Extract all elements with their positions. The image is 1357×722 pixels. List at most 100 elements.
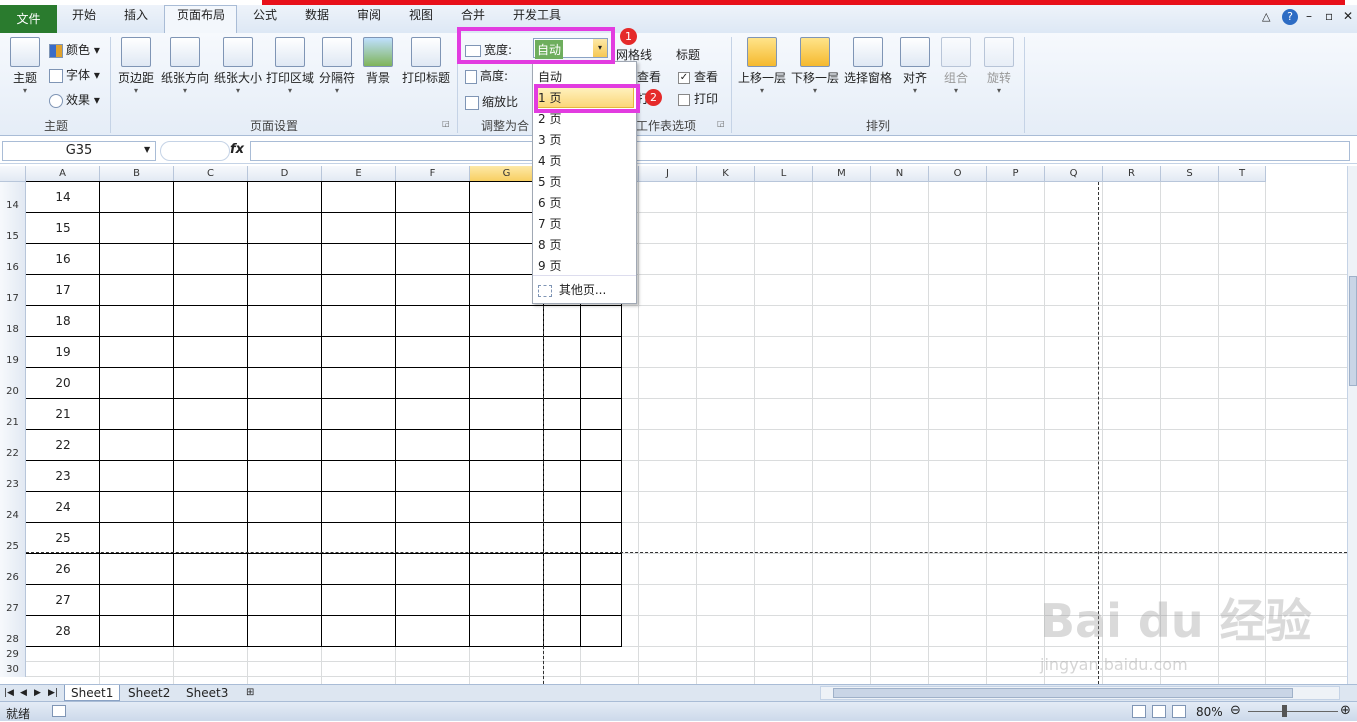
cell-a18[interactable]: 18 [26, 306, 100, 337]
column-header-o[interactable]: O [929, 166, 987, 182]
vertical-scroll-thumb[interactable] [1349, 276, 1357, 386]
dropdown-item-4[interactable]: 4 页 [538, 152, 561, 169]
page-break-view-icon[interactable] [1172, 705, 1186, 718]
help-icon[interactable]: ? [1282, 9, 1298, 25]
row-header-24[interactable]: 24 [0, 492, 26, 523]
print-area-button[interactable]: 打印区域 ▾ [264, 37, 316, 95]
column-header-a[interactable]: A [26, 166, 100, 182]
tab-merge[interactable]: 合并 [461, 6, 485, 23]
cell-a14[interactable]: 14 [26, 182, 100, 213]
insert-sheet-icon[interactable]: ⊞ [240, 685, 260, 701]
dropdown-item-8[interactable]: 8 页 [538, 236, 561, 253]
align-button[interactable]: 对齐 ▾ [899, 37, 931, 95]
theme-colors-button[interactable]: 颜色 ▾ [49, 41, 100, 58]
column-header-q[interactable]: Q [1045, 166, 1103, 182]
column-header-k[interactable]: K [697, 166, 755, 182]
row-header-23[interactable]: 23 [0, 461, 26, 492]
print-titles-button[interactable]: 打印标题 [400, 37, 452, 86]
zoom-slider[interactable] [1248, 711, 1338, 712]
column-header-e[interactable]: E [322, 166, 396, 182]
column-header-n[interactable]: N [871, 166, 929, 182]
sheet-tab-1[interactable]: Sheet1 [64, 685, 121, 701]
name-box-dropdown-icon[interactable]: ▼ [144, 145, 150, 154]
dropdown-item-3[interactable]: 3 页 [538, 131, 561, 148]
breaks-button[interactable]: 分隔符 ▾ [317, 37, 357, 95]
vertical-scrollbar[interactable] [1347, 166, 1357, 684]
prev-sheet-icon[interactable]: ◀ [18, 685, 29, 701]
row-header-27[interactable]: 27 [0, 585, 26, 616]
insert-function-icon[interactable]: fx [230, 142, 244, 157]
next-sheet-icon[interactable]: ▶ [32, 685, 43, 701]
zoom-in-icon[interactable]: ⊕ [1340, 703, 1351, 718]
row-header-28[interactable]: 28 [0, 616, 26, 647]
sheet-tab-3[interactable]: Sheet3 [180, 685, 234, 701]
row-header-17[interactable]: 17 [0, 275, 26, 306]
window-minimize-icon[interactable]: – [1306, 9, 1312, 23]
theme-fonts-button[interactable]: 字体 ▾ [49, 66, 100, 83]
sheet-tab-2[interactable]: Sheet2 [122, 685, 176, 701]
zoom-level[interactable]: 80% [1196, 705, 1223, 719]
tab-page-layout[interactable]: 页面布局 [177, 6, 225, 23]
page-setup-launcher-icon[interactable]: ◲ [442, 119, 450, 128]
cell-a25[interactable]: 25 [26, 523, 100, 554]
page-layout-view-icon[interactable] [1152, 705, 1166, 718]
cell-a17[interactable]: 17 [26, 275, 100, 306]
ribbon-minimize-icon[interactable]: △ [1262, 10, 1270, 23]
dropdown-item-6[interactable]: 6 页 [538, 194, 561, 211]
normal-view-icon[interactable] [1132, 705, 1146, 718]
window-restore-icon[interactable]: ▫ [1325, 9, 1333, 23]
tab-insert[interactable]: 插入 [124, 6, 148, 23]
last-sheet-icon[interactable]: ▶| [46, 685, 60, 701]
row-header-20[interactable]: 20 [0, 368, 26, 399]
rotate-button[interactable]: 旋转 ▾ [983, 37, 1015, 95]
sheet-options-launcher-icon[interactable]: ◲ [717, 119, 725, 128]
theme-effects-button[interactable]: 效果 ▾ [49, 91, 100, 108]
cell-a16[interactable]: 16 [26, 244, 100, 275]
tab-home[interactable]: 开始 [72, 6, 96, 23]
formula-bar-resize[interactable] [160, 141, 230, 161]
bring-forward-button[interactable]: 上移一层 ▾ [737, 37, 787, 95]
formula-input[interactable] [250, 141, 1350, 161]
macro-record-icon[interactable] [52, 705, 66, 717]
tab-data[interactable]: 数据 [305, 6, 329, 23]
column-header-f[interactable]: F [396, 166, 470, 182]
column-header-d[interactable]: D [248, 166, 322, 182]
column-header-r[interactable]: R [1103, 166, 1161, 182]
first-sheet-icon[interactable]: |◀ [2, 685, 16, 701]
headings-print-checkbox[interactable]: 打印 [678, 90, 718, 107]
tab-developer[interactable]: 开发工具 [513, 6, 561, 23]
row-header-29[interactable]: 29 [0, 647, 26, 662]
selection-pane-button[interactable]: 选择窗格 [843, 37, 893, 86]
row-header-26[interactable]: 26 [0, 554, 26, 585]
row-header-18[interactable]: 18 [0, 306, 26, 337]
row-header-15[interactable]: 15 [0, 213, 26, 244]
themes-button[interactable]: 主题 ▾ [6, 37, 44, 95]
zoom-slider-thumb[interactable] [1282, 705, 1287, 717]
row-header-25[interactable]: 25 [0, 523, 26, 554]
row-header-21[interactable]: 21 [0, 399, 26, 430]
dropdown-item-5[interactable]: 5 页 [538, 173, 561, 190]
background-button[interactable]: 背景 [362, 37, 394, 86]
send-backward-button[interactable]: 下移一层 ▾ [790, 37, 840, 95]
select-all-corner[interactable] [0, 166, 26, 182]
tab-review[interactable]: 审阅 [357, 6, 381, 23]
dropdown-more-pages[interactable]: 其他页... [538, 281, 606, 298]
dropdown-item-9[interactable]: 9 页 [538, 257, 561, 274]
headings-view-checkbox[interactable]: ✓ 查看 [678, 68, 718, 85]
column-header-j[interactable]: J [639, 166, 697, 182]
column-header-s[interactable]: S [1161, 166, 1219, 182]
size-button[interactable]: 纸张大小 ▾ [212, 37, 264, 95]
name-box[interactable]: G35 [2, 141, 156, 161]
orientation-button[interactable]: 纸张方向 ▾ [159, 37, 211, 95]
column-header-b[interactable]: B [100, 166, 174, 182]
cell-a24[interactable]: 24 [26, 492, 100, 523]
row-header-19[interactable]: 19 [0, 337, 26, 368]
dropdown-item-0[interactable]: 自动 [538, 68, 562, 85]
cell-a26[interactable]: 26 [26, 554, 100, 585]
group-button[interactable]: 组合 ▾ [940, 37, 972, 95]
window-close-icon[interactable]: ✕ [1343, 9, 1353, 23]
column-header-t[interactable]: T [1219, 166, 1266, 182]
cell-a22[interactable]: 22 [26, 430, 100, 461]
horizontal-scrollbar[interactable] [820, 686, 1340, 700]
horizontal-scroll-thumb[interactable] [833, 688, 1293, 698]
